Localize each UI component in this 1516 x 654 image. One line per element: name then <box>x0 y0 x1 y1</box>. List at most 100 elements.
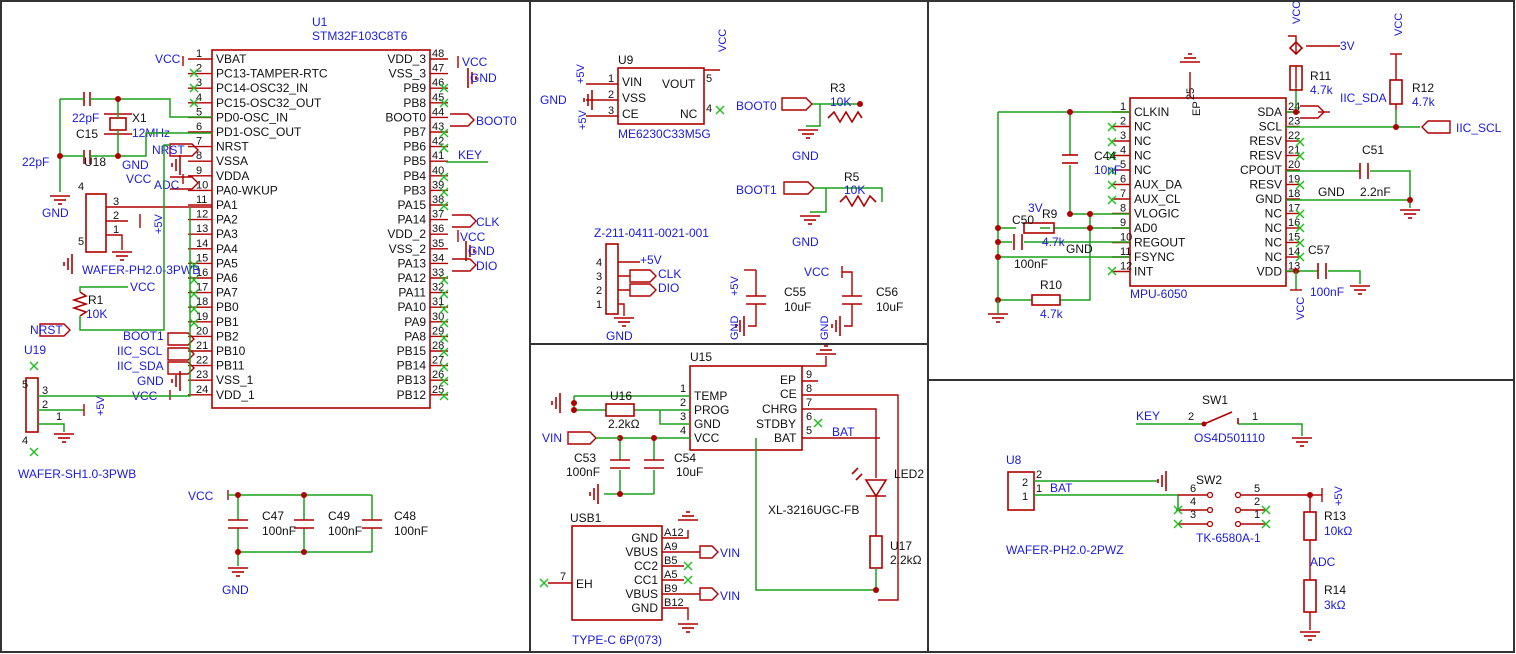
u9-pin-vin: VIN <box>622 75 642 89</box>
switch-sw2: SW2 6 4 3 5 2 1 TK-6580A-1 <box>1173 473 1313 545</box>
mpu-pin-name: NC <box>1134 120 1152 134</box>
u1-pin-name: BOOT0 <box>385 110 426 124</box>
c44-ref: C44 <box>1094 149 1116 163</box>
c-top-value: 22pF <box>72 111 99 125</box>
u1-left-pins: 1 VBAT 2 PC13-TAMPER-RTC 3 PC14-OSC32_IN 4 PC15… <box>188 48 328 402</box>
mpu-pin-name: SDA <box>1257 105 1282 119</box>
u1-net-vcc-r: VCC <box>462 55 488 69</box>
wafer3-pin4: 4 <box>78 181 84 193</box>
u1-pin-name: PA7 <box>216 286 238 300</box>
r13-value: 10kΩ <box>1324 524 1352 538</box>
x1-ref: X1 <box>132 111 147 125</box>
u1-pin-name: PA6 <box>216 271 238 285</box>
u1-pin-name: PA12 <box>398 271 427 285</box>
usb1-eh: EH <box>576 577 593 591</box>
u17-ref: U17 <box>890 539 912 553</box>
wafer3-pin3: 3 <box>113 196 119 208</box>
u1-pin-name: PB12 <box>397 388 427 402</box>
u1-pin-name: PD1-OSC_OUT <box>216 125 302 139</box>
swd-pin4: 4 <box>596 257 602 269</box>
mpu-pin-name: AUX_CL <box>1134 192 1181 206</box>
c53-value: 100nF <box>566 465 600 479</box>
u15-pin-gnd: GND <box>694 417 721 431</box>
u8-pin1-label: 1 <box>1022 491 1028 503</box>
u1-pin-name: PA2 <box>216 213 238 227</box>
mpu-pin-name: FSYNC <box>1134 250 1175 264</box>
mpu-pin-name: CLKIN <box>1134 105 1169 119</box>
mpu-pin-num: 4 <box>1120 145 1126 157</box>
u15-pin-prog: PROG <box>694 403 729 417</box>
u1-pin-name: PB9 <box>403 81 426 95</box>
mpu-pin-name: NC <box>1265 207 1283 221</box>
usb1-pin-num: B12 <box>664 597 684 609</box>
mpu-pin-num: 12 <box>1120 261 1132 273</box>
c51-ref: C51 <box>1362 143 1384 157</box>
c54-ref: C54 <box>674 451 696 465</box>
c48-ref: C48 <box>394 509 416 523</box>
u1-pin-name: PB11 <box>216 359 245 373</box>
r9-ref: R9 <box>1042 207 1058 221</box>
u1-pin-num: 9 <box>196 165 202 177</box>
sw2-value: TK-6580A-1 <box>1196 531 1261 545</box>
c50-value: 100nF <box>1014 257 1048 271</box>
sw1-pin-b: 1 <box>1252 411 1258 423</box>
usb1-eh-num: 7 <box>560 571 566 583</box>
r3-ref: R3 <box>830 81 846 95</box>
swd-pin2: 2 <box>596 285 602 297</box>
c56-net: VCC <box>804 265 830 279</box>
decoupling-caps: VCC GND C47 100nF C49 100nF C48 100nF <box>188 489 428 597</box>
u1-net-gnd: GND <box>122 158 149 172</box>
u9-ref: U9 <box>618 53 634 67</box>
mpu-pin-num: 20 <box>1288 159 1300 171</box>
u15-num7: 7 <box>806 397 812 409</box>
decoupling-vcc: VCC <box>188 489 214 503</box>
u1-pin-name: PA5 <box>216 256 238 270</box>
mpu-ref: MPU-6050 <box>1130 287 1188 301</box>
u15-num1: 1 <box>680 383 686 395</box>
u1-pin-num: 14 <box>196 238 208 250</box>
swd-ref: Z-211-0411-0021-001 <box>594 226 709 240</box>
u1-pin-name: PB1 <box>216 315 239 329</box>
led-led2: LED2 XL-3216UGC-FB <box>768 467 924 536</box>
sw1-value: OS4D501110 <box>1194 431 1265 445</box>
r9-value: 4.7k <box>1042 235 1066 249</box>
sw1-ref: SW1 <box>1202 393 1228 407</box>
c-bottom-value: 22pF <box>22 155 49 169</box>
u1-pin-name: VSS_1 <box>216 373 254 387</box>
u1-pin-num: 37 <box>432 209 444 221</box>
u1-net-gnd2: GND <box>137 374 164 388</box>
u1-pin-num: 7 <box>196 136 202 148</box>
u15-pin-ep: EP <box>780 373 796 387</box>
u1-pin-name: PB4 <box>403 169 426 183</box>
mpu-pin-num: 7 <box>1120 188 1126 200</box>
wafer3-pin1: 1 <box>113 224 119 236</box>
u1-pin-num: 31 <box>432 296 444 308</box>
r5-value: 10K <box>844 183 865 197</box>
usb1-pin-name: CC1 <box>634 573 658 587</box>
u19-value: WAFER-SH1.0-3PWB <box>18 467 136 481</box>
u1-pin-num: 35 <box>432 238 444 250</box>
u1-pin-name: VDD_1 <box>216 388 255 402</box>
mpu-pin-name: SCL <box>1259 120 1283 134</box>
u1-pin-name: PA11 <box>398 286 426 300</box>
u1-pin-num: 13 <box>196 223 208 235</box>
u1-pin-num: 36 <box>432 223 444 235</box>
c48-value: 100nF <box>394 524 428 538</box>
r3-net: BOOT0 <box>736 99 777 113</box>
usb1-pin-name: CC2 <box>634 559 658 573</box>
mpu-pin-name: GND <box>1255 192 1282 206</box>
u1-pin-num: 22 <box>196 355 208 367</box>
usb1-pin-name: VBUS <box>625 545 658 559</box>
u1-net-iic-sda: IIC_SDA <box>117 359 164 373</box>
capacitor-c54: C54 10uF <box>644 451 703 479</box>
u9-num5: 5 <box>706 73 712 85</box>
u1-pin-name: PB10 <box>216 344 246 358</box>
c57-ref: C57 <box>1308 243 1330 257</box>
u1-pin-name: VSSA <box>216 154 248 168</box>
usb1-pin-name: VBUS <box>625 587 658 601</box>
u9-pin-vout: VOUT <box>662 77 696 91</box>
u19-ref: U19 <box>24 343 46 357</box>
mpu-3v-b: 3V <box>1340 39 1355 53</box>
mpu-ep: EP <box>1191 101 1203 116</box>
u9-value: ME6230C33M5G <box>618 127 711 141</box>
